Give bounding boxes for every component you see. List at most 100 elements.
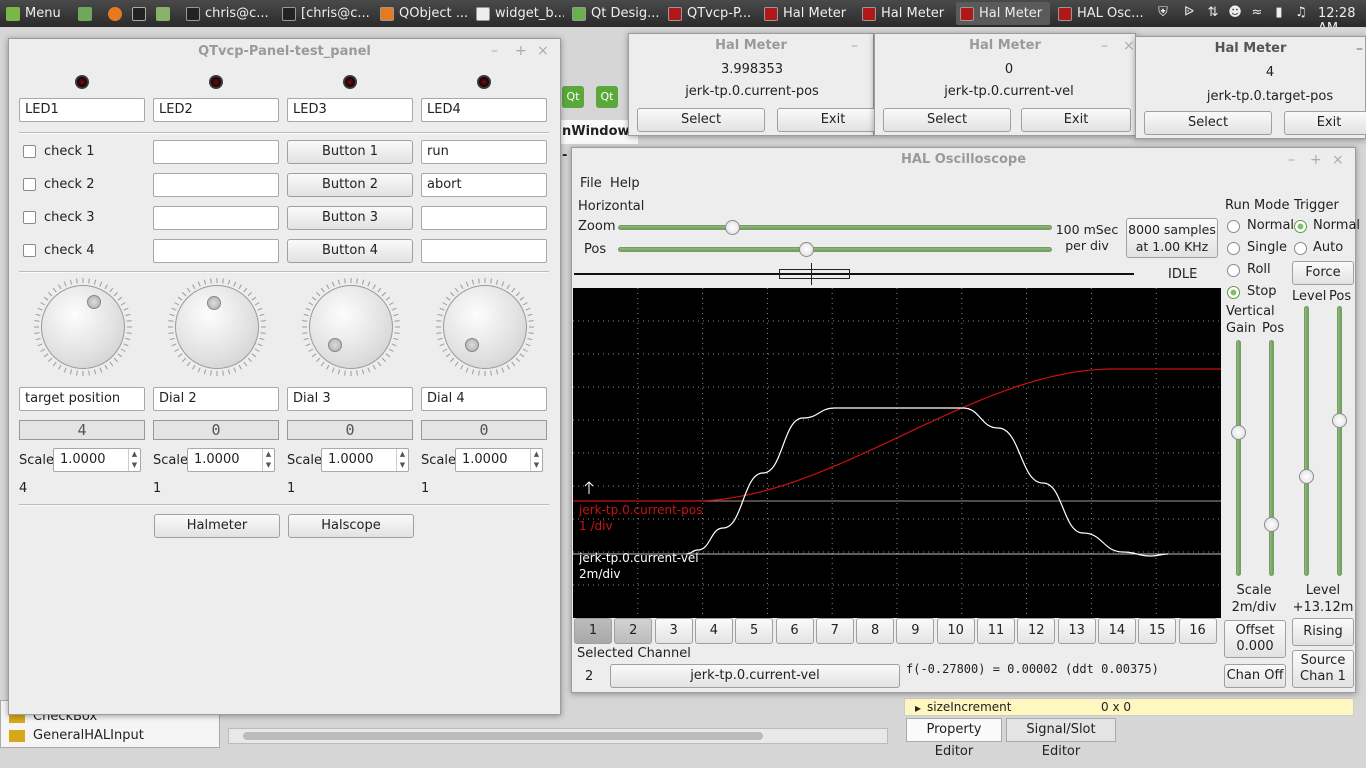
task-10[interactable]: HAL Osc...: [1054, 2, 1144, 25]
pos-slider-handle[interactable]: [798, 242, 814, 257]
zoom-slider[interactable]: [618, 220, 1052, 235]
minimize-icon[interactable]: –: [491, 43, 498, 59]
channel-button-7[interactable]: 7: [815, 618, 854, 644]
task-7[interactable]: Hal Meter: [760, 2, 854, 25]
task-2[interactable]: [chris@c...: [278, 2, 372, 25]
scrollbar-thumb[interactable]: [243, 732, 763, 740]
scale-spinbox[interactable]: 1.0000 ▲ ▼: [187, 448, 275, 472]
channel-button-15[interactable]: 15: [1138, 618, 1177, 644]
channel-button-16[interactable]: 16: [1178, 618, 1217, 644]
minimize-icon[interactable]: –: [1101, 38, 1108, 54]
dial-label-field[interactable]: Dial 2: [153, 387, 279, 411]
battery-icon[interactable]: ▮: [1270, 4, 1288, 22]
show-desktop-icon[interactable]: [74, 2, 96, 25]
vertical-pos-slider-handle[interactable]: [1264, 517, 1279, 532]
halmeter-button[interactable]: Halmeter: [154, 514, 280, 538]
minimize-icon[interactable]: –: [851, 38, 858, 54]
dial-label-field[interactable]: Dial 3: [287, 387, 413, 411]
menu-button[interactable]: Menu: [2, 2, 68, 25]
offset-button[interactable]: Offset 0.000: [1224, 620, 1286, 658]
checkbox-4[interactable]: [23, 244, 36, 257]
channel-button-1[interactable]: 1: [574, 618, 612, 644]
led-label-field[interactable]: LED2: [153, 98, 279, 122]
wifi-icon[interactable]: ≈: [1248, 4, 1266, 22]
spin-arrows-icon[interactable]: ▲ ▼: [530, 449, 542, 471]
spin-arrows-icon[interactable]: ▲ ▼: [396, 449, 408, 471]
menu-file[interactable]: File: [580, 176, 602, 191]
widget-halinput-item[interactable]: GeneralHALInput: [33, 728, 144, 743]
halscope-button[interactable]: Halscope: [288, 514, 414, 538]
source-button[interactable]: Source Chan 1: [1292, 650, 1354, 688]
task-6[interactable]: QTvcp-P...: [664, 2, 756, 25]
gain-slider-handle[interactable]: [1231, 425, 1246, 440]
channel-button-5[interactable]: 5: [735, 618, 774, 644]
expand-arrow-icon[interactable]: ▸: [915, 701, 921, 715]
channel-button-9[interactable]: 9: [896, 618, 935, 644]
led-label-field[interactable]: LED4: [421, 98, 547, 122]
dial-knob[interactable]: [87, 295, 101, 309]
qt-icon[interactable]: Qt: [596, 86, 618, 108]
selected-channel-name-button[interactable]: jerk-tp.0.current-vel: [610, 664, 900, 688]
run-mode-radio-single[interactable]: [1227, 242, 1240, 255]
run-mode-radio-normal[interactable]: [1227, 220, 1240, 233]
led-label-field[interactable]: LED3: [287, 98, 413, 122]
close-icon[interactable]: ×: [1332, 152, 1344, 168]
task-4[interactable]: widget_b...: [472, 2, 564, 25]
dial-knob[interactable]: [207, 296, 221, 310]
push-button-2[interactable]: Button 2: [287, 173, 413, 197]
status-field[interactable]: abort: [421, 173, 547, 197]
scale-spinbox[interactable]: 1.0000 ▲ ▼: [321, 448, 409, 472]
property-row[interactable]: ▸ sizeIncrement 0 x 0: [904, 698, 1354, 716]
checkbox-2[interactable]: [23, 178, 36, 191]
bluetooth-icon[interactable]: ᐉ: [1180, 4, 1198, 22]
push-button-4[interactable]: Button 4: [287, 239, 413, 263]
samples-button[interactable]: 8000 samples at 1.00 KHz: [1126, 218, 1218, 258]
checkbox-3[interactable]: [23, 211, 36, 224]
meter-select-button[interactable]: Select: [637, 108, 765, 132]
trigger-pos-slider[interactable]: [1332, 306, 1347, 576]
pos-slider[interactable]: [618, 242, 1052, 257]
vertical-pos-slider[interactable]: [1264, 340, 1279, 576]
push-button-3[interactable]: Button 3: [287, 206, 413, 230]
status-field[interactable]: [421, 239, 547, 263]
channel-button-2[interactable]: 2: [614, 618, 653, 644]
trigger-radio-normal[interactable]: [1294, 220, 1307, 233]
close-icon[interactable]: ×: [537, 43, 549, 59]
network-icon[interactable]: ⇅: [1204, 4, 1222, 22]
maximize-icon[interactable]: +: [515, 43, 527, 59]
dial-1[interactable]: [41, 285, 125, 369]
spin-arrows-icon[interactable]: ▲ ▼: [128, 449, 140, 471]
task-3[interactable]: QObject ...: [376, 2, 468, 25]
user-icon[interactable]: ☻: [1226, 4, 1244, 22]
spin-arrows-icon[interactable]: ▲ ▼: [262, 449, 274, 471]
tab-signal-slot-editor[interactable]: Signal/Slot Editor: [1006, 718, 1116, 759]
force-button[interactable]: Force: [1292, 261, 1354, 285]
scale-spinbox[interactable]: 1.0000 ▲ ▼: [53, 448, 141, 472]
dial-knob[interactable]: [328, 338, 342, 352]
task-9[interactable]: Hal Meter: [956, 2, 1050, 25]
terminal-icon[interactable]: [128, 2, 150, 25]
volume-icon[interactable]: ♫: [1292, 4, 1310, 22]
line-edit[interactable]: [153, 173, 279, 197]
run-mode-radio-roll[interactable]: [1227, 264, 1240, 277]
dial-4[interactable]: [443, 285, 527, 369]
horizontal-scrollbar[interactable]: [228, 728, 888, 744]
push-button-1[interactable]: Button 1: [287, 140, 413, 164]
maximize-icon[interactable]: +: [1310, 152, 1322, 168]
gain-slider[interactable]: [1231, 340, 1246, 576]
dial-label-field[interactable]: Dial 4: [421, 387, 547, 411]
meter-exit-button[interactable]: Exit: [1284, 111, 1366, 135]
line-edit[interactable]: [153, 239, 279, 263]
meter-select-button[interactable]: Select: [1144, 111, 1272, 135]
shield-icon[interactable]: ⛨: [1154, 4, 1172, 22]
channel-button-12[interactable]: 12: [1017, 618, 1056, 644]
channel-button-11[interactable]: 11: [977, 618, 1015, 644]
rising-button[interactable]: Rising: [1292, 618, 1354, 646]
status-field[interactable]: [421, 206, 547, 230]
dial-label-field[interactable]: target position: [19, 387, 145, 411]
channel-button-10[interactable]: 10: [936, 618, 975, 644]
firefox-icon[interactable]: [104, 2, 126, 25]
trigger-level-slider[interactable]: [1299, 306, 1314, 576]
zoom-slider-handle[interactable]: [724, 220, 740, 235]
run-mode-radio-stop[interactable]: [1227, 286, 1240, 299]
